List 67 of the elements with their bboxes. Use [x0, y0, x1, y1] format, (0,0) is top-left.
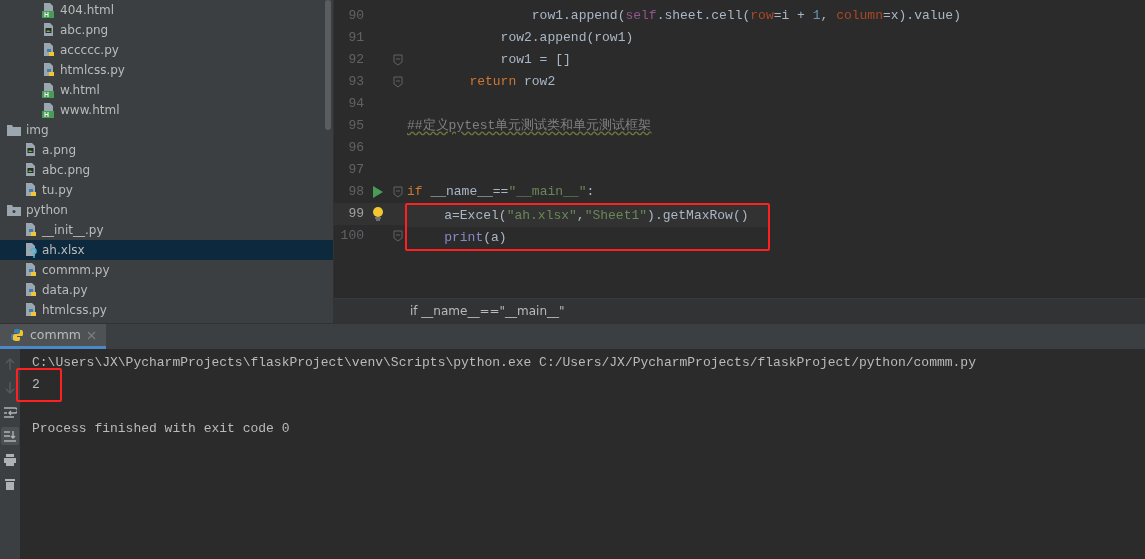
line-number: 95: [347, 117, 364, 136]
fold-icon[interactable]: [393, 76, 403, 88]
line-number: 100: [339, 227, 364, 246]
run-tab[interactable]: commm: [0, 324, 107, 349]
html-file-icon: [42, 102, 56, 118]
code-line: row2.append(row1): [499, 29, 634, 48]
tree-item[interactable]: www.html: [0, 100, 333, 120]
line-number: 94: [347, 95, 364, 114]
folder-icon: [6, 123, 22, 137]
tree-item[interactable]: __init__.py: [0, 220, 333, 240]
run-icon[interactable]: [373, 186, 383, 198]
python-icon: [10, 328, 24, 342]
tree-item[interactable]: a.png: [0, 140, 333, 160]
tree-item[interactable]: abc.png: [0, 20, 333, 40]
line-number: 98: [347, 183, 364, 202]
tree-item[interactable]: htmlcss.py: [0, 60, 333, 80]
python-file-icon: [42, 62, 56, 78]
line-number: 93: [347, 73, 364, 92]
package-folder-icon: [6, 203, 22, 217]
code-line: ##定义pytest单元测试类和单元测试框架: [407, 117, 652, 136]
tree-item[interactable]: w.html: [0, 80, 333, 100]
tree-item[interactable]: 404.html: [0, 0, 333, 20]
tree-item[interactable]: img: [0, 120, 333, 140]
fold-icon[interactable]: [393, 230, 403, 242]
line-number: 99: [347, 205, 364, 224]
image-file-icon: [24, 162, 38, 178]
code-line: row1.append(self.sheet.cell(row=i + 1, column=x).value): [530, 7, 961, 26]
code-line: row1 = []: [499, 51, 571, 70]
python-file-icon: [42, 42, 56, 58]
tree-item[interactable]: abc.png: [0, 160, 333, 180]
code-line: if __name__=="__main__":: [407, 183, 595, 202]
code-line: return row2: [468, 73, 556, 92]
tree-item[interactable]: accccc.py: [0, 40, 333, 60]
python-file-icon: [24, 182, 38, 198]
python-file-icon: [24, 222, 38, 238]
html-file-icon: [42, 82, 56, 98]
fold-icon[interactable]: [393, 54, 403, 66]
line-number: 96: [347, 139, 364, 158]
python-file-icon: [24, 302, 38, 318]
line-number: 91: [347, 29, 364, 48]
line-number: 97: [347, 161, 364, 180]
python-file-icon: [24, 262, 38, 278]
close-icon: [87, 330, 97, 340]
tree-item[interactable]: ah.xlsx: [0, 240, 333, 260]
html-file-icon: [42, 2, 56, 18]
fold-icon[interactable]: [393, 186, 403, 198]
tree-item[interactable]: commm.py: [0, 260, 333, 280]
code-line: print(a): [443, 229, 507, 248]
printer-icon[interactable]: [3, 453, 17, 467]
line-number: 90: [347, 7, 364, 26]
scroll-to-end-icon[interactable]: [3, 429, 17, 443]
unknown-file-icon: [24, 242, 38, 258]
scrollbar-thumb[interactable]: [325, 0, 331, 130]
code-line: a=Excel("ah.xlsx","Sheet1").getMaxRow(): [443, 207, 749, 226]
tree-item[interactable]: python: [0, 200, 333, 220]
line-number: 92: [347, 51, 364, 70]
tree-item[interactable]: tu.py: [0, 180, 333, 200]
breadcrumb[interactable]: if __name__=="__main__": [334, 298, 1145, 323]
tree-item[interactable]: htmlcss.py: [0, 300, 333, 320]
image-file-icon: [24, 142, 38, 158]
tree-item[interactable]: data.py: [0, 280, 333, 300]
lightbulb-icon[interactable]: [372, 206, 384, 222]
soft-wrap-icon[interactable]: [3, 405, 17, 419]
image-file-icon: [42, 22, 56, 38]
trash-icon[interactable]: [3, 477, 17, 491]
console-line: Process finished with exit code 0: [32, 420, 290, 439]
python-file-icon: [24, 282, 38, 298]
